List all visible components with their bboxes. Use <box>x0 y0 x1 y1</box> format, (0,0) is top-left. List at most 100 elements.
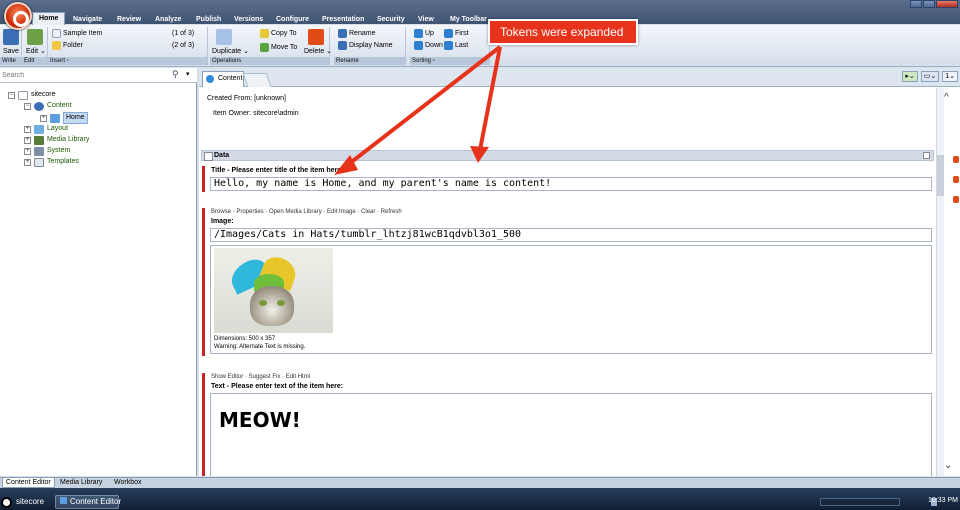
tab-configure[interactable]: Configure <box>276 14 309 25</box>
navigate-icon[interactable]: ▸⌄ <box>902 71 918 82</box>
up-button[interactable]: Up <box>414 29 434 38</box>
first-button[interactable]: First <box>444 29 469 38</box>
version-icon[interactable]: 1⌄ <box>942 71 958 82</box>
delete-button[interactable]: Delete ⌄ <box>304 47 332 56</box>
image-path-input[interactable]: /Images/Cats in Hats/tumblr_lhtzj81wcB1q… <box>210 228 932 242</box>
tree-item-system[interactable]: + System <box>24 146 70 156</box>
collapse-icon[interactable]: − <box>8 91 15 99</box>
expand-icon[interactable]: + <box>24 136 31 144</box>
copy-to-button[interactable]: Copy To <box>260 29 297 38</box>
tab-publish[interactable]: Publish <box>196 14 221 25</box>
tab-content[interactable]: Content <box>202 71 244 87</box>
display-name-icon <box>338 41 347 50</box>
down-button[interactable]: Down <box>414 41 443 50</box>
text-field-links[interactable]: Show Editor · Suggest Fix · Edit Html <box>211 373 936 382</box>
title-input[interactable]: Hello, my name is Home, and my parent's … <box>210 177 932 191</box>
close-icon[interactable] <box>936 0 958 8</box>
search-icon[interactable]: ⚲ <box>172 69 179 80</box>
minimize-icon[interactable] <box>910 0 922 8</box>
tree-item-templates[interactable]: + Templates <box>24 157 79 167</box>
ribbon-group-rename: Rename Display Name Rename <box>334 27 406 65</box>
duplicate-button[interactable]: Duplicate ⌄ <box>212 47 249 56</box>
expand-icon[interactable]: + <box>40 114 47 122</box>
tab-view[interactable]: View <box>418 14 434 25</box>
validation-marker[interactable] <box>953 176 959 183</box>
collapse-section-icon[interactable] <box>923 152 930 159</box>
tab-navigate[interactable]: Navigate <box>73 14 102 25</box>
edit-group-label: Edit <box>22 57 47 65</box>
expand-icon[interactable]: + <box>24 158 31 166</box>
move-to-label: Move To <box>271 44 298 51</box>
image-warning: Warning: Alternate Text is missing. <box>214 344 306 350</box>
image-preview-box: Dimensions: 500 x 357 Warning: Alternate… <box>210 245 932 354</box>
scroll-track <box>937 88 944 476</box>
tab-content-editor[interactable]: Content Editor <box>2 478 55 488</box>
sitecore-node-icon <box>18 90 28 100</box>
tree-item-home[interactable]: + Home <box>40 112 88 124</box>
insert-sample-item-button[interactable]: Sample Item <box>52 29 102 38</box>
tree-item-sitecore[interactable]: − sitecore <box>8 90 56 100</box>
expand-icon[interactable]: + <box>24 125 31 133</box>
edit-button[interactable]: Edit ⌄ <box>26 47 46 56</box>
tab-analyze[interactable]: Analyze <box>155 14 181 25</box>
tab-review[interactable]: Review <box>117 14 141 25</box>
tree-label-layout: Layout <box>47 125 69 132</box>
section-data-header[interactable]: Data <box>201 150 934 161</box>
dropdown-icon[interactable]: ▾ <box>186 70 190 78</box>
tree-item-layout[interactable]: + Layout <box>24 124 68 134</box>
tree-item-content[interactable]: − Content <box>24 101 72 111</box>
vertical-scrollbar[interactable]: ^ ⌄ <box>936 88 960 476</box>
taskbar-app-sitecore[interactable]: sitecore <box>16 496 44 508</box>
search-input[interactable] <box>2 69 170 81</box>
tree-item-media-library[interactable]: + Media Library <box>24 135 89 145</box>
save-button[interactable]: Save <box>3 47 19 56</box>
validation-marker[interactable] <box>953 196 959 203</box>
tab-home[interactable]: Home <box>32 12 66 25</box>
tab-security[interactable]: Security <box>377 14 405 25</box>
scroll-up-icon[interactable]: ^ <box>944 92 949 103</box>
content-tree-pane: ⚲ ▾ −sitecore −Content +Home +Layout +Me… <box>0 68 197 476</box>
sitecore-logo[interactable] <box>4 2 32 30</box>
move-to-button[interactable]: Move To <box>260 43 297 52</box>
content-editor: Content ▸⌄ ▭⌄ 1⌄ Created From: [unknown]… <box>199 68 960 476</box>
text-rich-editor[interactable]: MEOW! <box>210 393 932 476</box>
rename-icon <box>338 29 347 38</box>
expand-icon[interactable]: + <box>24 147 31 155</box>
content-tab-label: Content <box>218 75 243 82</box>
edit-button-label: Edit <box>26 48 39 55</box>
cat-eye <box>277 300 285 306</box>
taskbar-app-content-editor[interactable]: Content Editor <box>60 496 121 508</box>
tray-slot <box>820 498 900 506</box>
tab-versions[interactable]: Versions <box>234 14 263 25</box>
tab-media-library[interactable]: Media Library <box>60 478 102 488</box>
validation-marker[interactable] <box>953 156 959 163</box>
image-field-links[interactable]: Browse · Properties · Open Media Library… <box>211 208 936 217</box>
sample-item-icon <box>52 29 61 38</box>
up-arrow-icon <box>414 29 423 38</box>
taskbar-app-label: Content Editor <box>70 497 122 506</box>
text-field-label: Text - Please enter text of the item her… <box>211 383 344 390</box>
scroll-thumb[interactable] <box>937 155 944 196</box>
add-tab-button[interactable] <box>242 73 272 87</box>
tab-my-toolbar[interactable]: My Toolbar <box>450 14 487 25</box>
editor-tools: ▸⌄ ▭⌄ 1⌄ <box>902 71 958 82</box>
last-button[interactable]: Last <box>444 41 468 50</box>
insert-folder-button[interactable]: Folder <box>52 41 83 50</box>
first-label: First <box>455 30 469 37</box>
templates-node-icon <box>34 157 44 167</box>
start-icon[interactable] <box>1 497 12 508</box>
operations-group-label: Operations <box>210 57 329 65</box>
delete-label: Delete <box>304 48 325 55</box>
tab-presentation[interactable]: Presentation <box>322 14 364 25</box>
display-name-button[interactable]: Display Name <box>338 41 393 50</box>
tree-label-system: System <box>47 147 71 154</box>
maximize-icon[interactable] <box>923 0 935 8</box>
tab-workbox[interactable]: Workbox <box>114 478 142 488</box>
copy-icon <box>260 29 269 38</box>
cat-eye <box>259 300 267 306</box>
collapse-icon[interactable]: − <box>24 102 31 110</box>
cat-image[interactable] <box>214 248 333 333</box>
language-icon[interactable]: ▭⌄ <box>920 71 940 82</box>
scroll-down-icon[interactable]: ⌄ <box>944 460 952 471</box>
rename-button[interactable]: Rename <box>338 29 375 38</box>
